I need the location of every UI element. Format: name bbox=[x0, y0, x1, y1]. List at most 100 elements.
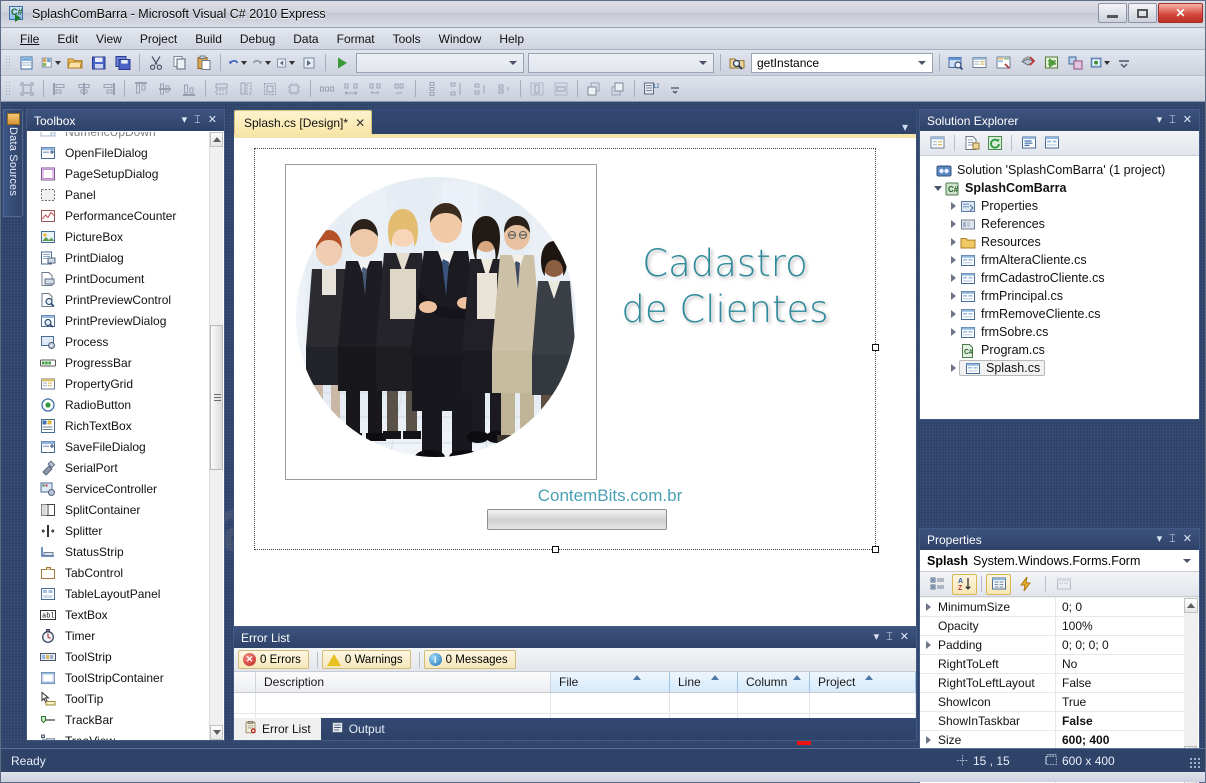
toolbox-item-savefiledialog[interactable]: SaveFileDialog bbox=[28, 436, 210, 457]
menu-item-view[interactable]: View bbox=[87, 29, 131, 49]
cut-icon[interactable] bbox=[145, 52, 167, 73]
align-lefts-icon[interactable] bbox=[49, 78, 71, 99]
tree-item-resources[interactable]: Resources bbox=[920, 233, 1199, 251]
properties-icon[interactable] bbox=[926, 133, 949, 154]
menu-item-file[interactable]: File bbox=[11, 29, 48, 49]
column-header-column[interactable]: Column bbox=[738, 672, 810, 692]
start-page-icon[interactable] bbox=[1089, 52, 1111, 73]
menu-item-tools[interactable]: Tools bbox=[384, 29, 430, 49]
toolbox-item-trackbar[interactable]: TrackBar bbox=[28, 709, 210, 730]
navigate-to-icon[interactable] bbox=[1065, 52, 1087, 73]
property-value[interactable]: False bbox=[1056, 676, 1199, 690]
column-header-project[interactable]: Project bbox=[810, 672, 916, 692]
toolbox-item-printdocument[interactable]: PrintDocument bbox=[28, 268, 210, 289]
twisty-closed-icon[interactable] bbox=[948, 310, 959, 318]
save-all-icon[interactable] bbox=[112, 52, 134, 73]
column-header-description[interactable]: Description bbox=[256, 672, 551, 692]
tree-item-frmsobre[interactable]: frmSobre.cs bbox=[920, 323, 1199, 341]
toolbox-item-richtextbox[interactable]: RichTextBox bbox=[28, 415, 210, 436]
panel-close-icon[interactable]: ✕ bbox=[1183, 115, 1192, 126]
tree-item-solution[interactable]: Solution 'SplashComBarra' (1 project) bbox=[920, 161, 1199, 179]
site-label[interactable]: ContemBits.com.br bbox=[510, 486, 710, 506]
expand-icon[interactable] bbox=[920, 736, 936, 744]
property-row-showicon[interactable]: ShowIcon True bbox=[920, 693, 1199, 712]
menu-item-debug[interactable]: Debug bbox=[231, 29, 284, 49]
scroll-up-button[interactable] bbox=[210, 132, 223, 147]
twisty-closed-icon[interactable] bbox=[948, 220, 959, 228]
toolbox-item-toolstripcontainer[interactable]: ToolStripContainer bbox=[28, 667, 210, 688]
property-row-righttoleftlayout[interactable]: RightToLeftLayout False bbox=[920, 674, 1199, 693]
tree-item-frmprincipal[interactable]: frmPrincipal.cs bbox=[920, 287, 1199, 305]
toolbox-item-splitter[interactable]: Splitter bbox=[28, 520, 210, 541]
object-browser-icon[interactable] bbox=[993, 52, 1015, 73]
panel-dropdown-icon[interactable]: ▾ bbox=[874, 632, 880, 643]
property-row-righttoleft[interactable]: RightToLeft No bbox=[920, 655, 1199, 674]
twisty-closed-icon[interactable] bbox=[948, 274, 959, 282]
toolbox-item-splitcontainer[interactable]: SplitContainer bbox=[28, 499, 210, 520]
property-value[interactable]: 100% bbox=[1056, 619, 1199, 633]
errors-filter-button[interactable]: ✕ 0 Errors bbox=[238, 650, 309, 669]
tab-output[interactable]: Output bbox=[321, 718, 395, 740]
panel-close-icon[interactable]: ✕ bbox=[900, 632, 909, 643]
twisty-open-icon[interactable] bbox=[932, 186, 943, 191]
property-row-opacity[interactable]: Opacity 100% bbox=[920, 617, 1199, 636]
horizontal-spacing-remove-icon[interactable] bbox=[388, 78, 410, 99]
make-same-width-icon[interactable] bbox=[211, 78, 233, 99]
splash-form[interactable]: Cadastro de Clientes ContemBits.com.br bbox=[254, 148, 876, 550]
tree-item-program[interactable]: C# Program.cs bbox=[920, 341, 1199, 359]
tab-error-list[interactable]: Error List bbox=[234, 718, 321, 740]
selection-handle-bottom-right[interactable] bbox=[872, 546, 879, 553]
toolbox-item-printdialog[interactable]: PrintDialog bbox=[28, 247, 210, 268]
column-header-line[interactable]: Line bbox=[670, 672, 738, 692]
horizontal-spacing-decrease-icon[interactable] bbox=[364, 78, 386, 99]
property-row-showintaskbar[interactable]: ShowInTaskbar False bbox=[920, 712, 1199, 731]
align-bottoms-icon[interactable] bbox=[178, 78, 200, 99]
warnings-filter-button[interactable]: 0 Warnings bbox=[322, 650, 411, 669]
tree-item-project[interactable]: C# SplashComBarra bbox=[920, 179, 1199, 197]
document-tab-menu-icon[interactable]: ▾ bbox=[894, 120, 916, 134]
property-row-padding[interactable]: Padding 0; 0; 0; 0 bbox=[920, 636, 1199, 655]
scroll-up-button[interactable] bbox=[1184, 598, 1198, 613]
scroll-thumb[interactable] bbox=[210, 325, 223, 470]
layout-toolbar-overflow-button[interactable] bbox=[664, 78, 686, 99]
find-combo[interactable]: getInstance bbox=[751, 53, 933, 73]
panel-pin-icon[interactable]: ⌶ bbox=[886, 632, 893, 643]
view-designer-icon[interactable] bbox=[1040, 133, 1063, 154]
menu-item-format[interactable]: Format bbox=[328, 29, 384, 49]
toolbox-item-printpreviewcontrol[interactable]: PrintPreviewControl bbox=[28, 289, 210, 310]
send-to-back-icon[interactable] bbox=[607, 78, 629, 99]
panel-dropdown-icon[interactable]: ▾ bbox=[1157, 534, 1163, 545]
toolbox-item-performancecounter[interactable]: PerformanceCounter bbox=[28, 205, 210, 226]
align-centers-icon[interactable] bbox=[73, 78, 95, 99]
toolbox-item-serialport[interactable]: SerialPort bbox=[28, 457, 210, 478]
toolbox-item-treeview[interactable]: TreeView bbox=[28, 730, 210, 740]
panel-dropdown-icon[interactable]: ▾ bbox=[182, 115, 188, 126]
tree-item-properties[interactable]: Properties bbox=[920, 197, 1199, 215]
toolbox-item-tabcontrol[interactable]: TabControl bbox=[28, 562, 210, 583]
toolbox-item-statusstrip[interactable]: StatusStrip bbox=[28, 541, 210, 562]
headline-label[interactable]: Cadastro de Clientes bbox=[585, 241, 865, 333]
tree-item-references[interactable]: References bbox=[920, 215, 1199, 233]
open-file-icon[interactable] bbox=[64, 52, 86, 73]
property-value[interactable]: 600; 400 bbox=[1056, 733, 1199, 747]
start-debugging-icon[interactable] bbox=[331, 52, 353, 73]
toolbar-overflow-button[interactable] bbox=[1113, 52, 1135, 73]
panel-dropdown-icon[interactable]: ▾ bbox=[1157, 115, 1163, 126]
add-new-item-icon[interactable] bbox=[40, 52, 62, 73]
messages-filter-button[interactable]: i 0 Messages bbox=[424, 650, 516, 669]
close-icon[interactable]: ✕ bbox=[355, 116, 365, 130]
vertical-spacing-equal-icon[interactable] bbox=[421, 78, 443, 99]
tree-item-frmcadastrocliente[interactable]: frmCadastroCliente.cs bbox=[920, 269, 1199, 287]
toolbar-grip[interactable] bbox=[5, 81, 12, 97]
picture-box-control[interactable] bbox=[285, 164, 597, 480]
save-icon[interactable] bbox=[88, 52, 110, 73]
twisty-closed-icon[interactable] bbox=[948, 202, 959, 210]
bring-to-front-icon[interactable] bbox=[583, 78, 605, 99]
tree-item-splash[interactable]: Splash.cs bbox=[920, 359, 1199, 377]
alphabetical-icon[interactable]: AZ bbox=[952, 574, 977, 595]
close-button[interactable]: ✕ bbox=[1158, 3, 1203, 23]
properties-window-icon[interactable] bbox=[969, 52, 991, 73]
center-vertically-icon[interactable] bbox=[550, 78, 572, 99]
expand-icon[interactable] bbox=[920, 603, 936, 611]
toolbox-item-tablelayoutpanel[interactable]: TableLayoutPanel bbox=[28, 583, 210, 604]
